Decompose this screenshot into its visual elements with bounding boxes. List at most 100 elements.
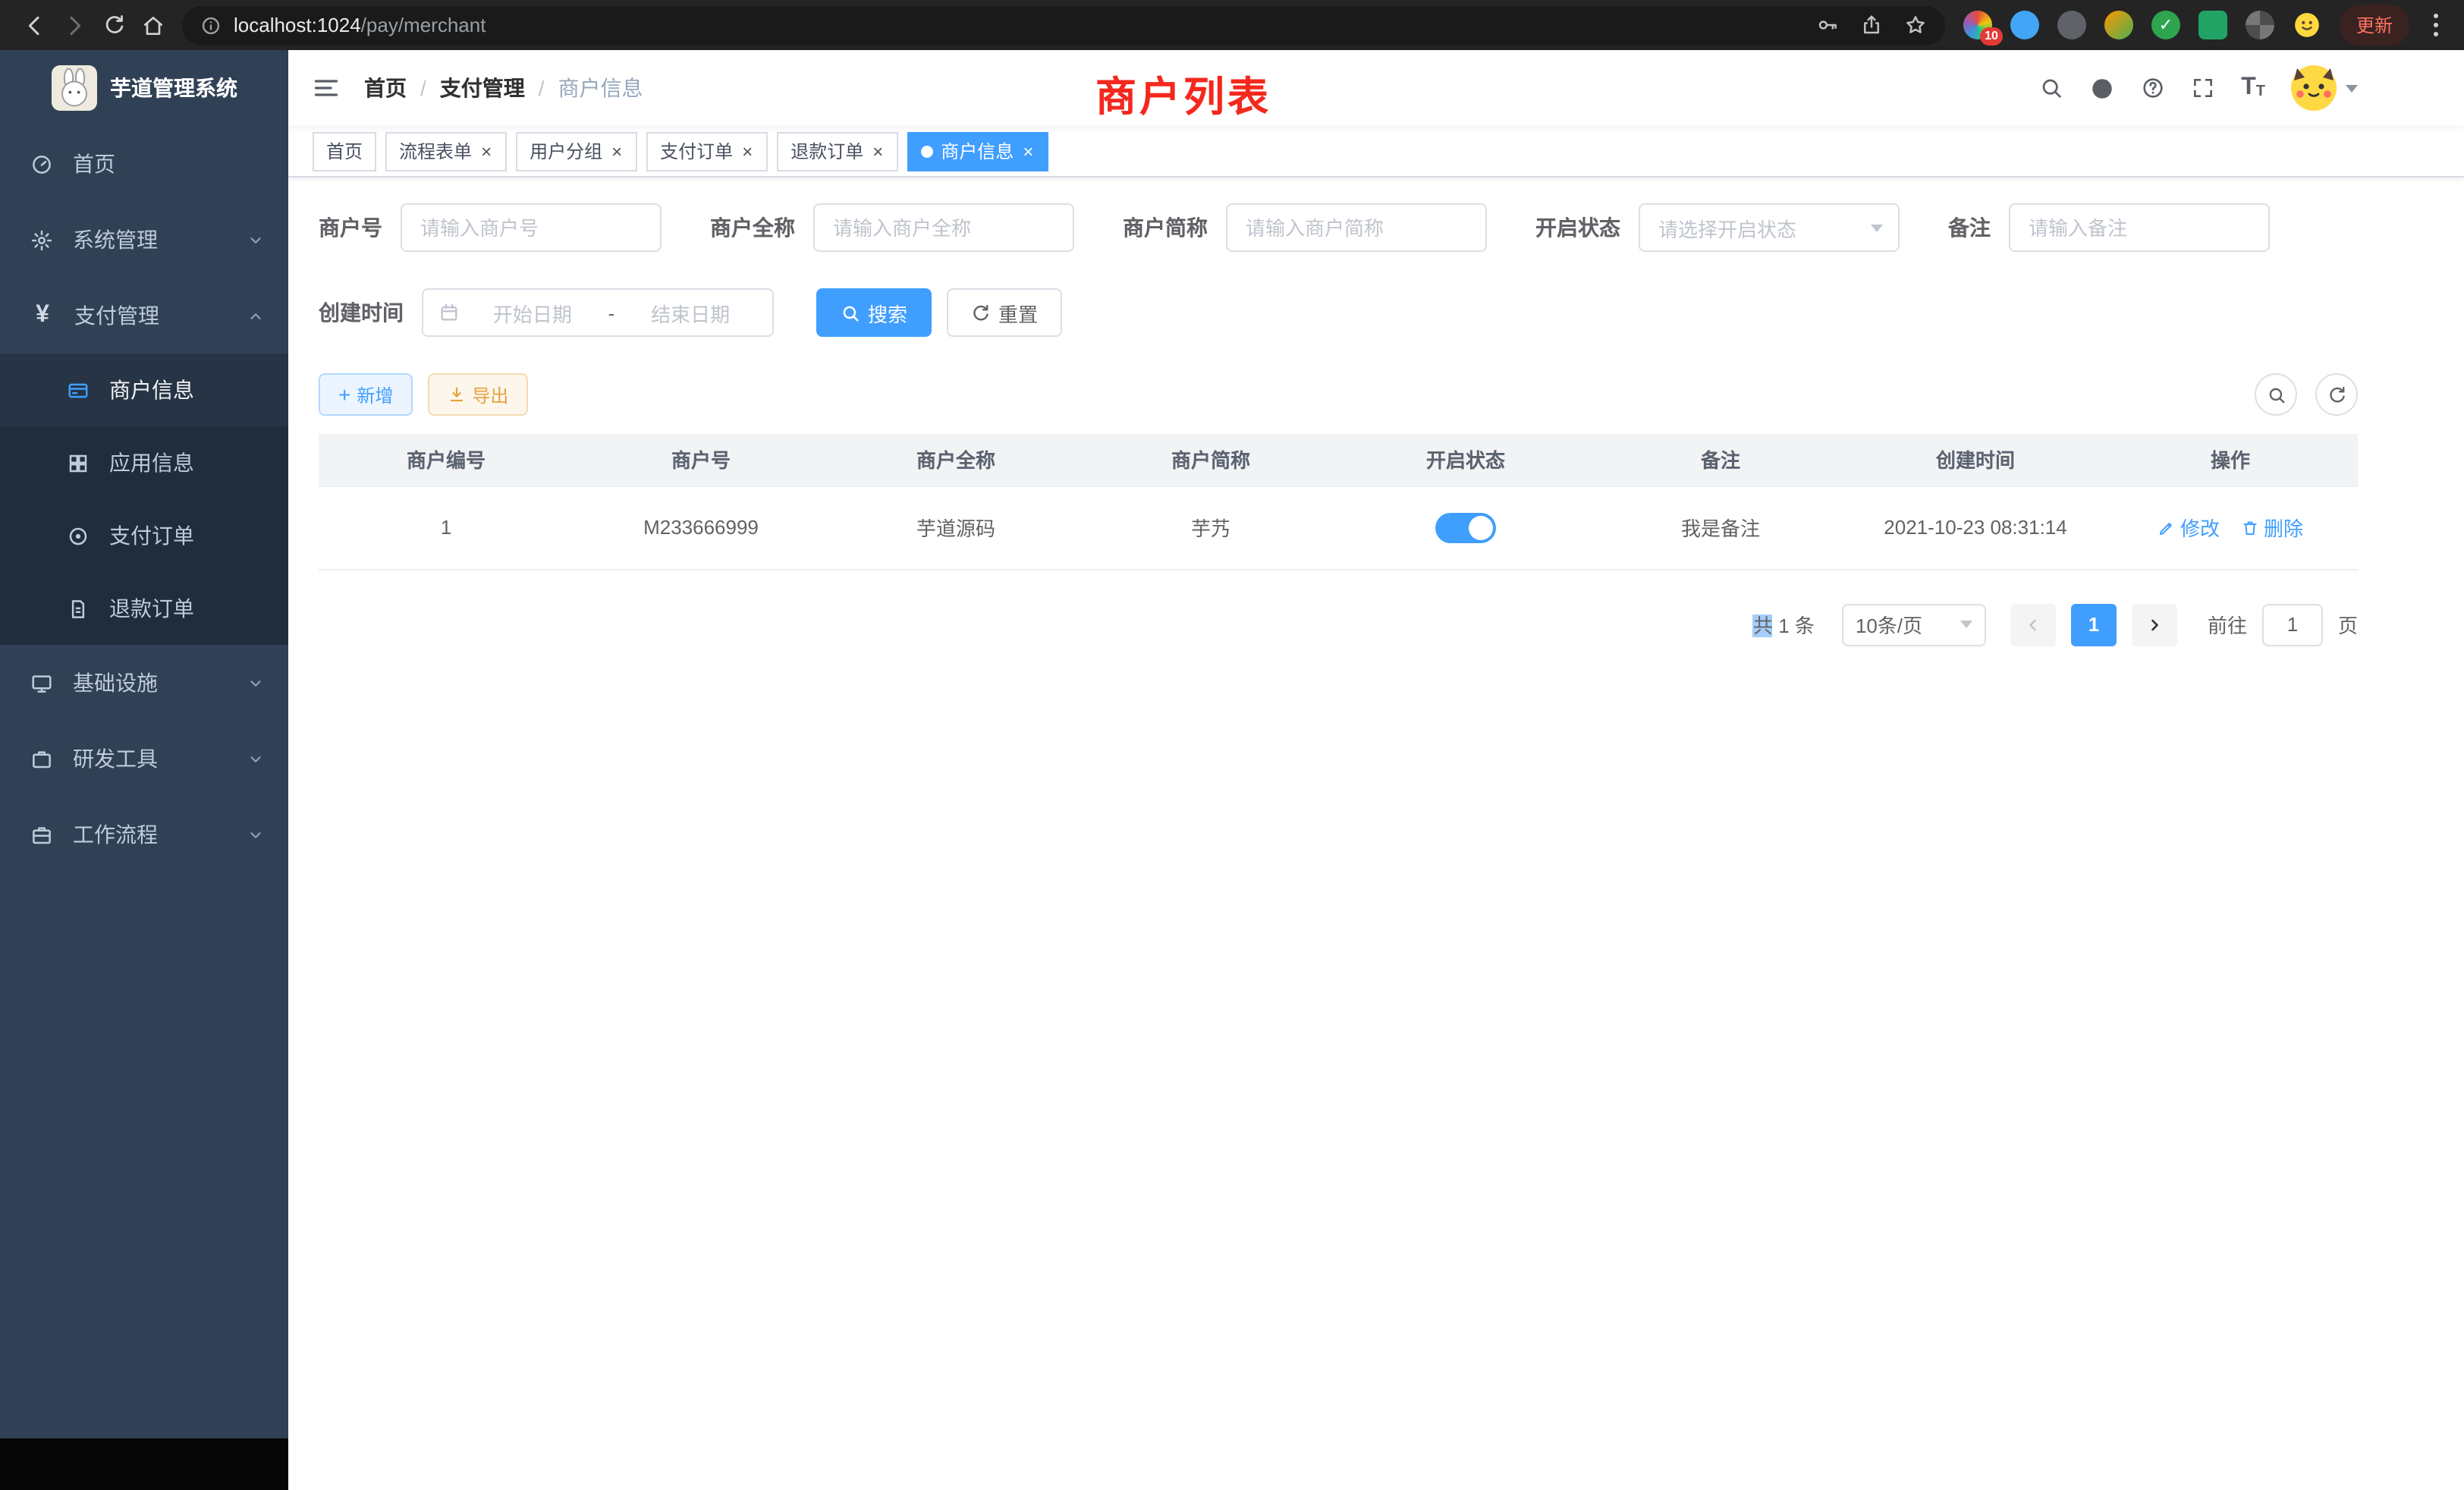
table-header: 商户编号 商户号 商户全称 商户简称 开启状态 备注 创建时间 操作 (319, 434, 2358, 486)
sidebar-item-merchant-info[interactable]: 商户信息 (0, 354, 288, 426)
export-button[interactable]: 导出 (428, 373, 528, 416)
chevron-down-icon (1960, 621, 1972, 628)
breadcrumb-separator: / (420, 76, 426, 100)
navbar: 首页 / 支付管理 / 商户信息 商户列表 (288, 50, 2464, 126)
search-button[interactable]: 搜索 (816, 288, 932, 337)
url-path: /pay/merchant (361, 14, 486, 36)
fullscreen-button[interactable] (2191, 76, 2215, 100)
browser-reload-button[interactable] (94, 5, 134, 45)
github-button[interactable] (2089, 75, 2115, 101)
key-icon[interactable] (1816, 14, 1839, 36)
reset-button[interactable]: 重置 (947, 288, 1062, 337)
short-name-input[interactable] (1226, 203, 1487, 252)
cell-remark: 我是备注 (1593, 486, 1848, 569)
help-button[interactable] (2141, 76, 2165, 100)
page-size-select[interactable]: 10条/页 (1842, 603, 1986, 646)
browser-update-button[interactable]: 更新 (2340, 5, 2409, 46)
date-range-picker[interactable]: 开始日期 - 结束日期 (422, 288, 774, 337)
tab-merchant-info[interactable]: 商户信息 × (907, 131, 1048, 171)
breadcrumb-pay[interactable]: 支付管理 (440, 73, 525, 103)
sidebar-item-home[interactable]: 首页 (0, 126, 288, 202)
close-icon[interactable]: × (479, 142, 493, 160)
breadcrumb-home[interactable]: 首页 (364, 73, 407, 103)
sidebar-item-refund-order[interactable]: 退款订单 (0, 572, 288, 645)
browser-menu-button[interactable] (2422, 8, 2449, 42)
font-size-icon: TT (2241, 76, 2265, 100)
user-avatar[interactable] (2291, 65, 2358, 111)
status-select[interactable]: 请选择开启状态 (1639, 203, 1900, 252)
goto-page-input[interactable] (2262, 603, 2323, 646)
filter-status: 开启状态 请选择开启状态 (1535, 203, 1900, 252)
address-bar[interactable]: localhost:1024/pay/merchant (182, 5, 1945, 45)
tab-home[interactable]: 首页 (313, 131, 376, 171)
breadcrumb: 首页 / 支付管理 / 商户信息 (364, 73, 643, 103)
extension-avatar-icon[interactable] (2104, 11, 2133, 39)
remark-input[interactable] (2009, 203, 2270, 252)
browser-forward-button[interactable] (55, 5, 94, 45)
next-page-button[interactable] (2132, 603, 2177, 646)
app-title: 芋道管理系统 (110, 73, 237, 103)
chevron-down-icon (247, 674, 264, 691)
extension-pinwheel-icon[interactable] (2246, 11, 2274, 39)
sidebar-item-devtools[interactable]: 研发工具 (0, 721, 288, 797)
tab-user-group[interactable]: 用户分组 × (516, 131, 637, 171)
tab-process-form[interactable]: 流程表单 × (385, 131, 507, 171)
sidebar-item-label: 基础设施 (73, 668, 158, 698)
add-button[interactable]: + 新增 (319, 373, 413, 416)
chevron-down-icon (247, 826, 264, 843)
merchant-no-input[interactable] (401, 203, 662, 252)
pay-submenu: 商户信息 应用信息 支付订单 退款订单 (0, 354, 288, 645)
search-icon (841, 303, 860, 322)
extension-colorwheel-icon[interactable]: 10 (1963, 11, 1992, 39)
browser-back-button[interactable] (15, 5, 55, 45)
refund-doc-icon (67, 597, 90, 620)
sidebar-toggle-button[interactable] (313, 74, 340, 102)
extension-dark-icon[interactable] (2057, 11, 2086, 39)
field-label: 商户简称 (1123, 212, 1208, 243)
extension-green-square-icon[interactable] (2198, 11, 2227, 39)
forward-icon (62, 13, 86, 37)
share-icon[interactable] (1860, 14, 1883, 36)
sidebar-item-label: 工作流程 (73, 819, 158, 850)
browser-home-button[interactable] (134, 5, 173, 45)
cell-full-name: 芋道源码 (828, 486, 1083, 569)
sidebar-item-pay-order[interactable]: 支付订单 (0, 499, 288, 572)
page-annotation: 商户列表 (1095, 64, 1271, 123)
close-icon[interactable]: × (871, 142, 885, 160)
sidebar-item-workflow[interactable]: 工作流程 (0, 797, 288, 872)
button-label: 删除 (2264, 513, 2303, 542)
extension-drop-icon[interactable] (2010, 11, 2039, 39)
sidebar-item-label: 系统管理 (73, 225, 158, 255)
bookmark-star-icon[interactable] (1904, 14, 1927, 36)
date-separator: - (605, 301, 618, 324)
tab-label: 退款订单 (790, 138, 863, 164)
status-toggle[interactable] (1435, 512, 1496, 542)
refresh-icon (2327, 385, 2346, 404)
refresh-table-button[interactable] (2315, 373, 2358, 416)
sidebar-item-label: 商户信息 (109, 375, 194, 405)
sidebar-item-system[interactable]: 系统管理 (0, 202, 288, 278)
filter-short-name: 商户简称 (1123, 203, 1487, 252)
cell-merchant-no: M233666999 (574, 486, 828, 569)
close-icon[interactable]: × (740, 142, 754, 160)
tab-refund-order[interactable]: 退款订单 × (777, 131, 898, 171)
close-icon[interactable]: × (1021, 142, 1035, 160)
sidebar-item-infra[interactable]: 基础设施 (0, 645, 288, 721)
font-size-button[interactable]: TT (2241, 76, 2265, 100)
sidebar-item-pay[interactable]: ¥ 支付管理 (0, 278, 288, 354)
extension-check-icon[interactable]: ✓ (2151, 11, 2180, 39)
page-number-button[interactable]: 1 (2071, 603, 2117, 646)
close-icon[interactable]: × (610, 142, 624, 160)
full-name-input[interactable] (813, 203, 1074, 252)
prev-page-button[interactable] (2010, 603, 2056, 646)
tab-pay-order[interactable]: 支付订单 × (646, 131, 768, 171)
sidebar-item-label: 支付管理 (74, 300, 159, 331)
edit-button[interactable]: 修改 (2158, 513, 2220, 542)
header-search-button[interactable] (2039, 76, 2063, 100)
app-logo[interactable]: 芋道管理系统 (0, 50, 288, 126)
sidebar-item-app-info[interactable]: 应用信息 (0, 426, 288, 499)
delete-button[interactable]: 删除 (2241, 513, 2303, 542)
download-icon (448, 385, 466, 404)
toggle-search-button[interactable] (2255, 373, 2297, 416)
extension-emoji-icon[interactable] (2293, 11, 2321, 39)
